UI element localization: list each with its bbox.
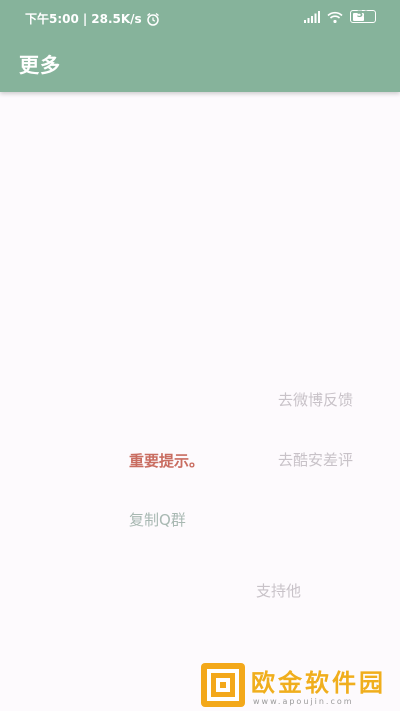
signal-icon	[304, 10, 320, 23]
watermark-name: 欧金软件园	[251, 669, 386, 697]
status-right: 59	[304, 10, 376, 23]
battery-icon: 59	[350, 10, 376, 23]
status-separator: |	[82, 11, 88, 26]
watermark-logo-icon	[201, 663, 245, 707]
important-notice-link[interactable]: 重要提示。	[129, 450, 204, 471]
copy-qq-group-link[interactable]: 复制Q群	[129, 509, 186, 530]
watermark-url: www.apoujin.com	[253, 697, 354, 706]
page-title: 更多	[19, 53, 61, 77]
coolapk-review-link[interactable]: 去酷安差评	[278, 449, 353, 470]
battery-level: 59	[356, 10, 370, 20]
status-bar: 下午5:00 | 28.5K/s 59	[0, 0, 400, 36]
wifi-icon	[327, 11, 343, 23]
alarm-icon	[146, 12, 159, 26]
status-left: 下午5:00 | 28.5K/s	[25, 10, 160, 27]
watermark: 欧金软件园 www.apoujin.com	[201, 663, 397, 709]
weibo-feedback-link[interactable]: 去微博反馈	[278, 389, 353, 410]
status-net-speed: 28.5K/s	[91, 11, 142, 26]
status-time: 下午5:00	[25, 12, 79, 26]
app-bar: 下午5:00 | 28.5K/s 59 更多	[0, 0, 400, 92]
support-link[interactable]: 支持他	[256, 580, 301, 601]
